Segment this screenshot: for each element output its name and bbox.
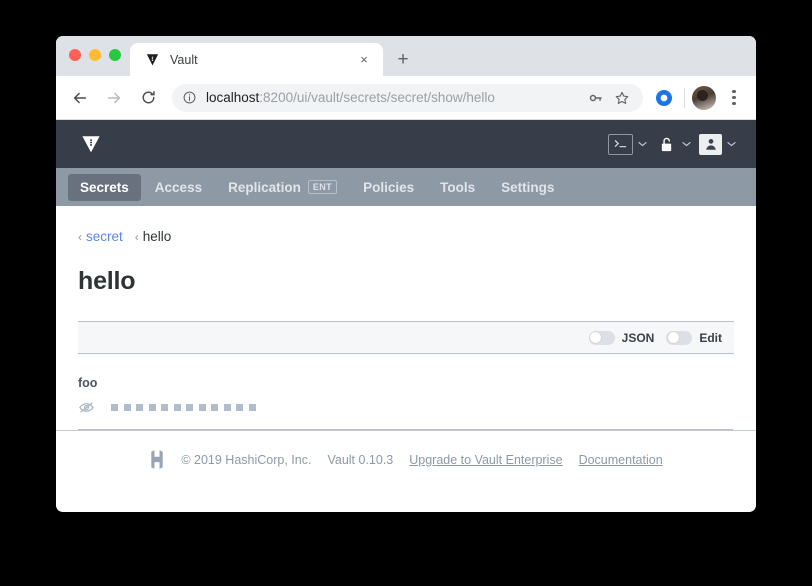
browser-menu-icon[interactable] (722, 86, 746, 110)
vault-nav-tabs: Secrets Access Replication ENT Policies … (56, 168, 756, 206)
reload-button[interactable] (134, 84, 162, 112)
url-path: :8200/ui/vault/secrets/secret/show/hello (259, 90, 495, 105)
vault-app: Secrets Access Replication ENT Policies … (56, 120, 756, 511)
chevron-left-icon: ‹ (134, 229, 139, 244)
address-bar-url: localhost:8200/ui/vault/secrets/secret/s… (206, 90, 581, 105)
hashicorp-logo-icon (149, 450, 165, 469)
vault-header-actions (606, 131, 738, 158)
tab-settings[interactable]: Settings (489, 174, 566, 201)
tab-settings-label: Settings (501, 179, 555, 195)
breadcrumb-item-hello[interactable]: ‹ hello (135, 229, 172, 244)
browser-toolbar: localhost:8200/ui/vault/secrets/secret/s… (56, 76, 756, 120)
address-bar[interactable]: localhost:8200/ui/vault/secrets/secret/s… (172, 83, 643, 112)
json-toggle[interactable]: JSON (588, 330, 655, 345)
breadcrumb: ‹ secret ‹ hello (78, 206, 734, 244)
browser-tab-title: Vault (170, 52, 198, 67)
vault-header (56, 120, 756, 168)
maximize-window-button[interactable] (109, 49, 121, 61)
edit-toggle-label: Edit (699, 330, 722, 345)
tab-tools[interactable]: Tools (428, 174, 487, 201)
chevron-down-icon (682, 140, 691, 149)
tab-tools-label: Tools (440, 179, 476, 195)
back-button[interactable] (66, 84, 94, 112)
console-icon (608, 133, 633, 155)
secret-row: foo (78, 354, 734, 430)
tab-replication[interactable]: Replication ENT (216, 174, 349, 201)
tab-policies[interactable]: Policies (351, 174, 426, 201)
secret-key-label: foo (78, 376, 98, 390)
tab-secrets-label: Secrets (80, 179, 129, 195)
edit-toggle[interactable]: Edit (666, 330, 722, 345)
vault-logo-icon[interactable] (78, 131, 104, 157)
tab-access[interactable]: Access (143, 174, 214, 201)
close-window-button[interactable] (69, 49, 81, 61)
vault-favicon-icon (144, 52, 160, 68)
browser-tab-strip: Vault × + (56, 36, 756, 76)
window-traffic-lights (69, 49, 121, 61)
edit-toggle-switch[interactable] (666, 330, 693, 345)
bookmark-star-icon[interactable] (611, 87, 633, 109)
site-info-icon[interactable] (182, 90, 198, 105)
profile-avatar[interactable] (692, 85, 716, 110)
unlocked-padlock-icon (655, 134, 677, 155)
tab-access-label: Access (154, 179, 203, 195)
chevron-down-icon (727, 140, 736, 149)
masked-secret-value (111, 404, 256, 411)
json-toggle-label: JSON (621, 330, 655, 345)
page-title: hello (78, 267, 136, 295)
vault-footer: © 2019 HashiCorp, Inc. Vault 0.10.3 Upgr… (56, 430, 756, 488)
secret-value-row (78, 399, 733, 430)
console-toggle[interactable] (606, 131, 649, 158)
forward-button[interactable] (100, 84, 128, 112)
minimize-window-button[interactable] (89, 49, 101, 61)
browser-extension-icon[interactable] (651, 85, 677, 111)
tab-policies-label: Policies (363, 179, 415, 195)
seal-status-menu[interactable] (653, 131, 693, 158)
json-toggle-switch[interactable] (588, 330, 615, 345)
breadcrumb-secret-label: secret (86, 229, 123, 244)
close-tab-button[interactable]: × (355, 51, 373, 69)
footer-documentation-link[interactable]: Documentation (579, 453, 663, 467)
secret-toolbar: JSON Edit (78, 321, 734, 354)
chevron-down-icon (638, 140, 647, 149)
enterprise-badge: ENT (307, 180, 338, 194)
vault-main-content: ‹ secret ‹ hello hello JSON Edit foo © 2… (56, 206, 756, 511)
tab-secrets[interactable]: Secrets (68, 173, 141, 201)
toolbar-divider (684, 87, 685, 108)
breadcrumb-item-secret[interactable]: ‹ secret (78, 229, 123, 244)
chevron-left-icon: ‹ (78, 229, 82, 244)
eye-off-icon[interactable] (78, 399, 95, 416)
footer-copyright: © 2019 HashiCorp, Inc. (181, 452, 312, 467)
user-menu[interactable] (697, 131, 738, 158)
browser-window: Vault × + localhost:8200/ui/vault/secret… (56, 36, 756, 512)
url-host: localhost (206, 90, 260, 105)
user-icon (699, 133, 722, 155)
key-icon[interactable] (585, 87, 607, 109)
browser-tab[interactable]: Vault × (130, 43, 383, 76)
breadcrumb-hello-label: hello (142, 229, 172, 244)
footer-upgrade-link[interactable]: Upgrade to Vault Enterprise (409, 453, 562, 467)
footer-version: Vault 0.10.3 (327, 452, 394, 467)
new-tab-button[interactable]: + (389, 45, 417, 73)
tab-replication-label: Replication (228, 179, 301, 195)
